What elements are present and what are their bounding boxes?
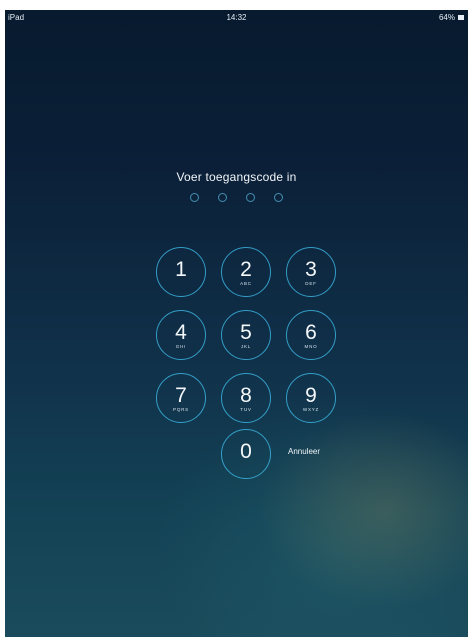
battery-indicator: 64%	[439, 13, 464, 22]
key-letters: TUV	[240, 406, 252, 412]
passcode-dot	[190, 193, 199, 202]
key-digit: 8	[240, 383, 252, 407]
key-7[interactable]: 7 PQRS	[156, 373, 206, 423]
key-letters: ABC	[240, 280, 252, 286]
status-time: 14:32	[226, 13, 247, 22]
key-1[interactable]: 1	[156, 247, 206, 297]
key-digit: 2	[240, 257, 252, 281]
passcode-dot	[218, 193, 227, 202]
status-bar: iPad 14:32 64%	[5, 10, 468, 28]
key-5[interactable]: 5 JKL	[221, 310, 271, 360]
key-3[interactable]: 3 DEF	[286, 247, 336, 297]
key-4[interactable]: 4 GHI	[156, 310, 206, 360]
passcode-dot	[246, 193, 255, 202]
cancel-button[interactable]: Annuleer	[288, 447, 320, 456]
key-digit: 9	[305, 383, 317, 407]
passcode-prompt: Voer toegangscode in	[176, 170, 297, 184]
key-letters: MNO	[304, 343, 318, 349]
key-digit: 5	[240, 320, 252, 344]
passcode-dot	[274, 193, 283, 202]
key-letters: GHI	[175, 343, 187, 349]
key-digit: 4	[175, 320, 187, 344]
battery-percentage: 64%	[438, 13, 455, 22]
key-letters: JKL	[240, 343, 252, 349]
key-digit: 3	[305, 257, 317, 281]
key-digit: 6	[305, 320, 317, 344]
key-0[interactable]: 0	[221, 429, 271, 479]
key-6[interactable]: 6 MNO	[286, 310, 336, 360]
key-letters: WXYZ	[302, 406, 320, 412]
key-8[interactable]: 8 TUV	[221, 373, 271, 423]
key-digit: 7	[175, 383, 187, 407]
key-letters: DEF	[305, 280, 317, 286]
key-9[interactable]: 9 WXYZ	[286, 373, 336, 423]
lock-screen: iPad 14:32 64% Voer toegangscode in 1 2 …	[5, 10, 468, 637]
passcode-dots	[5, 193, 468, 202]
key-2[interactable]: 2 ABC	[221, 247, 271, 297]
battery-icon	[458, 15, 464, 20]
key-digit: 0	[240, 439, 252, 463]
key-letters: PQRS	[173, 406, 189, 412]
key-digit: 1	[175, 257, 187, 281]
